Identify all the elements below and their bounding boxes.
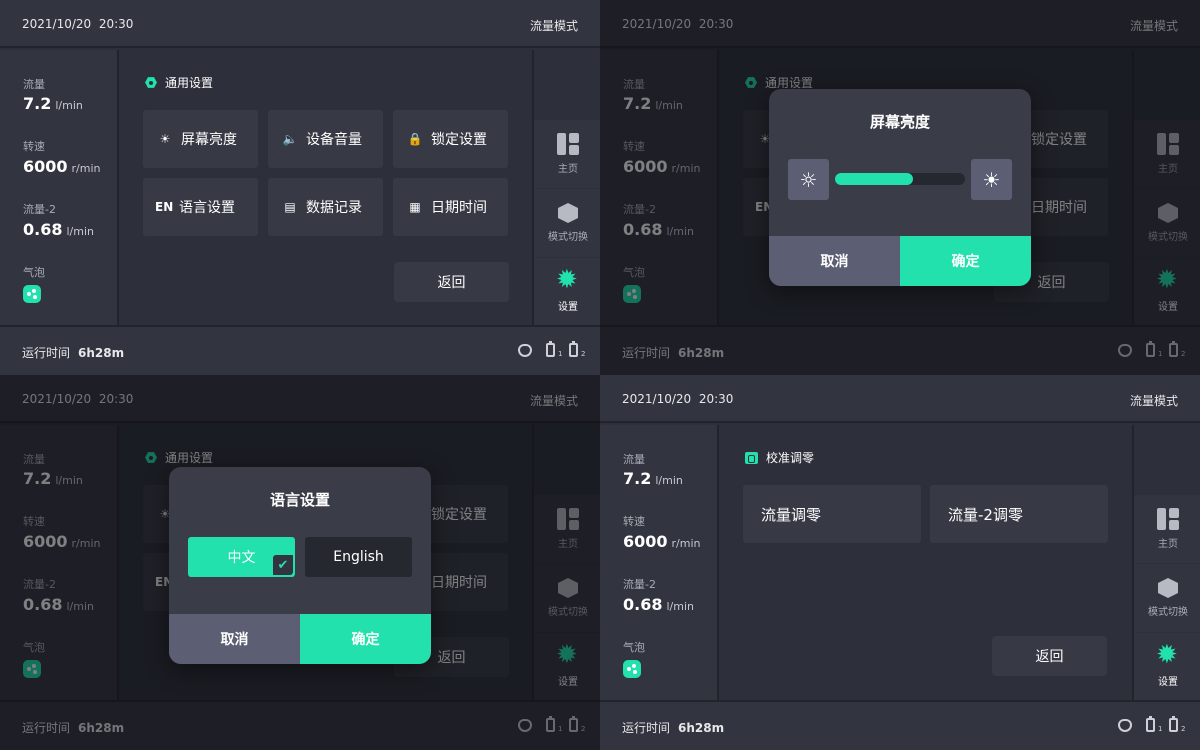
status-icons: 1 2 <box>1118 716 1185 733</box>
flow2-value: 0.68l/min <box>23 220 94 239</box>
brightness-increase-button[interactable]: ☀ <box>971 159 1012 200</box>
heart-icon <box>518 343 532 357</box>
cube-icon <box>558 203 578 223</box>
confirm-button[interactable]: 确定 <box>300 614 431 664</box>
sun-icon: ☀ <box>159 132 171 146</box>
tile-datetime[interactable]: ▦日期时间 <box>393 178 508 236</box>
main-content: 通用设置 ☀ 屏幕亮度 🔈 设备音量 🔒 锁定设置 EN 语言设置 ▤ 数据记录 ▦ 日期时… <box>121 50 532 325</box>
tile-language[interactable]: EN语言设置 <box>143 178 258 236</box>
cancel-button[interactable]: 取消 <box>169 614 300 664</box>
battery-2-icon: 2 <box>569 341 585 358</box>
nav-rail: 主页 模式切换 设置 <box>1132 425 1200 701</box>
tile-flow2-zero[interactable]: 流量-2调零 <box>930 485 1108 543</box>
dialog-title: 屏幕亮度 <box>869 113 930 131</box>
confirm-button[interactable]: 确定 <box>900 236 1031 286</box>
dialog-buttons: 取消 确定 <box>769 236 1031 286</box>
flow-label: 流量 <box>623 453 645 466</box>
calendar-icon: ▦ <box>409 200 421 214</box>
flow2-value: 0.68l/min <box>623 595 694 614</box>
section-title: 校准调零 <box>745 449 814 466</box>
checkmark-icon: ✔ <box>273 555 293 575</box>
bubble-label: 气泡 <box>623 641 645 654</box>
runtime: 运行时间6h28m <box>22 346 125 360</box>
speed-value: 6000r/min <box>23 157 101 176</box>
calibration-icon <box>745 451 758 464</box>
sun-filled-icon: ☀ <box>982 167 1001 192</box>
en-icon: EN <box>155 200 174 214</box>
back-button[interactable]: 返回 <box>992 636 1107 676</box>
mode-label: 流量模式 <box>1129 394 1178 408</box>
battery-1-icon: 1 <box>546 341 562 358</box>
grid-icon <box>557 133 579 155</box>
flow2-label: 流量-2 <box>623 578 656 591</box>
nav-mode-switch[interactable]: 模式切换 <box>1134 564 1200 632</box>
datetime: 2021/10/20 20:30 <box>622 392 734 406</box>
flow-label: 流量 <box>23 78 45 91</box>
speed-value: 6000r/min <box>623 532 701 551</box>
brightness-dialog: 屏幕亮度 ☼ ☀ 取消 确定 <box>769 89 1031 286</box>
nav-settings[interactable]: 设置 <box>534 258 600 326</box>
screen-general-settings: 2021/10/20 20:30 流量模式 流量 7.2 l/min 转速 600… <box>0 0 600 375</box>
battery-2-icon: 2 <box>1169 716 1185 733</box>
cube-icon <box>1158 578 1178 598</box>
dialog-title: 语言设置 <box>269 491 330 509</box>
nav-home[interactable]: 主页 <box>1134 495 1200 563</box>
top-bar: 2021/10/20 20:30 流量模式 <box>600 375 1200 423</box>
main-content: 校准调零 流量调零 流量-2调零 返回 <box>721 425 1132 700</box>
slider-fill <box>835 173 913 185</box>
speed-label: 转速 <box>23 140 45 153</box>
speaker-icon: 🔈 <box>282 132 298 146</box>
dialog-buttons: 取消 确定 <box>169 614 431 664</box>
settings-hex-icon <box>145 77 157 88</box>
tile-lock[interactable]: 🔒锁定设置 <box>393 110 508 168</box>
nav-settings[interactable]: 设置 <box>1134 633 1200 701</box>
bottom-bar: 运行时间6h28m 1 2 <box>600 700 1200 750</box>
language-dialog: 语言设置 中文 ✔ English 取消 确定 <box>169 467 431 664</box>
language-option-english[interactable]: English <box>305 537 412 577</box>
sun-outline-icon: ☼ <box>799 167 818 192</box>
tile-brightness[interactable]: ☀屏幕亮度 <box>143 110 258 168</box>
speed-label: 转速 <box>623 515 645 528</box>
document-icon: ▤ <box>284 200 296 214</box>
cancel-button[interactable]: 取消 <box>769 236 900 286</box>
section-title: 通用设置 <box>145 74 213 91</box>
nav-rail: 主页 模式切换 设置 <box>532 50 600 326</box>
datetime: 2021/10/20 20:30 <box>22 17 134 31</box>
tile-volume[interactable]: 🔈 设备音量 <box>268 110 383 168</box>
back-button[interactable]: 返回 <box>394 262 509 302</box>
nav-mode-switch[interactable]: 模式切换 <box>534 189 600 257</box>
brightness-slider[interactable] <box>835 173 965 185</box>
bottom-bar: 运行时间6h28m 1 2 <box>0 325 600 375</box>
status-icons: 1 2 <box>518 341 585 358</box>
grid-icon <box>1157 508 1179 530</box>
flow-value: 7.2l/min <box>623 469 683 488</box>
bubble-label: 气泡 <box>23 266 45 279</box>
bubble-icon <box>23 285 41 303</box>
flow2-label: 流量-2 <box>23 203 56 216</box>
gear-icon <box>1156 640 1179 670</box>
top-bar: 2021/10/20 20:30 流量模式 <box>0 0 600 48</box>
language-option-chinese[interactable]: 中文 ✔ <box>188 537 295 577</box>
runtime: 运行时间6h28m <box>622 721 725 735</box>
tile-flow-zero[interactable]: 流量调零 <box>743 485 921 543</box>
heart-icon <box>1118 718 1132 732</box>
battery-1-icon: 1 <box>1146 716 1162 733</box>
nav-home[interactable]: 主页 <box>534 120 600 188</box>
bubble-icon <box>623 660 641 678</box>
gear-icon <box>556 265 579 295</box>
lock-icon: 🔒 <box>407 132 423 146</box>
mode-label: 流量模式 <box>529 19 578 33</box>
flow-value: 7.2l/min <box>23 94 83 113</box>
screen-language-dialog: 2021/10/20 20:30 流量模式 流量 7.2l/min 转速 600… <box>0 375 600 750</box>
metrics-panel: 流量 7.2l/min 转速 6000r/min 流量-2 0.68l/min … <box>600 425 719 700</box>
metrics-panel: 流量 7.2l/min 转速 6000r/min 流量-2 0.68l/min … <box>0 50 119 325</box>
brightness-decrease-button[interactable]: ☼ <box>788 159 829 200</box>
tile-data-log[interactable]: ▤ 数据记录 <box>268 178 383 236</box>
screen-brightness-dialog: 2021/10/20 20:30 流量模式 流量 7.2l/min 转速 600… <box>600 0 1200 375</box>
screen-calibration: 2021/10/20 20:30 流量模式 流量 7.2 l/min 转速 600… <box>600 375 1200 750</box>
